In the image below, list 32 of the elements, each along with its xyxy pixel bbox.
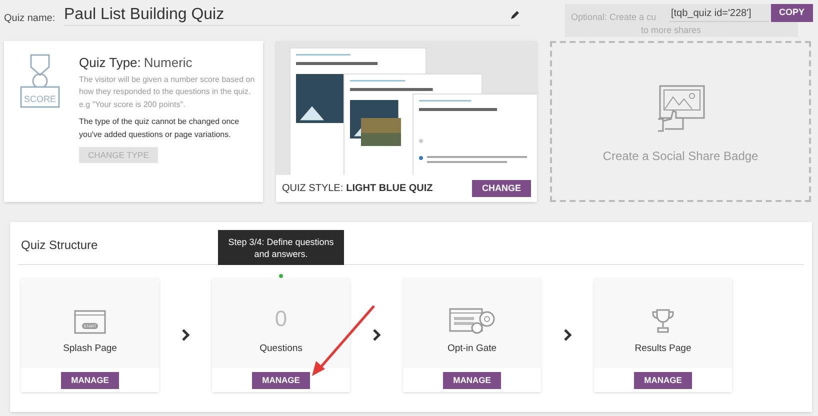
manage-button[interactable]: MANAGE (252, 372, 310, 388)
step-label: Results Page (634, 342, 692, 356)
pencil-icon[interactable] (510, 10, 520, 20)
chevron-right-icon (562, 328, 572, 342)
quiz-structure-title: Quiz Structure (21, 237, 98, 254)
step-label: Questions (260, 342, 302, 356)
question-count: 0 (274, 308, 288, 330)
social-badge-label: Create a Social Share Badge (602, 148, 758, 164)
manage-button[interactable]: MANAGE (61, 372, 119, 388)
chevron-right-icon (372, 328, 382, 342)
hint-text: Optional: Create a cu (571, 12, 656, 23)
step-label: Opt-in Gate (447, 342, 497, 356)
trophy-icon (652, 308, 674, 334)
manage-button[interactable]: MANAGE (443, 372, 501, 388)
quiz-type-title: Quiz Type: (79, 54, 141, 72)
image-thumbs-up-icon (656, 84, 706, 132)
change-style-button[interactable]: CHANGE (472, 180, 531, 197)
hint-text: to more shares (641, 25, 702, 36)
manage-button[interactable]: MANAGE (634, 372, 692, 388)
step-tooltip: Step 3/4: Define questions and answers. (218, 230, 344, 265)
quiz-style-value: LIGHT BLUE QUIZ (346, 182, 433, 196)
copy-button[interactable]: COPY (771, 4, 813, 22)
quiz-type-note: The type of the quiz cannot be changed once you've added questions or page variations. (79, 116, 240, 141)
quiz-type-description: The visitor will be given a number score based on how they responded to the questions in the quiz. e.g "Your score is 200 points". (79, 74, 256, 111)
chevron-right-icon (180, 328, 190, 342)
quiz-style-label: QUIZ STYLE: (282, 182, 344, 196)
quiz-name-field[interactable]: Paul List Building Quiz (64, 4, 520, 26)
email-form-icon (449, 308, 495, 334)
step-label: Splash Page (63, 342, 117, 356)
quiz-type-value: Numeric (144, 54, 192, 72)
shortcode-text: [tqb_quiz id='228'] (669, 7, 769, 22)
quiz-name-label: Quiz name: (4, 12, 56, 26)
